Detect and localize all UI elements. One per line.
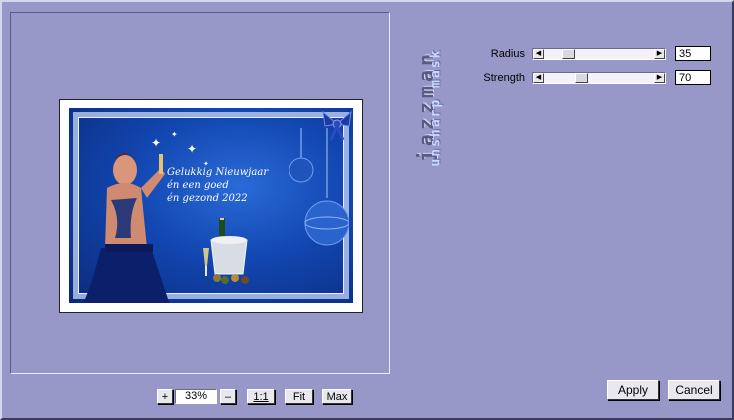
woman-figure <box>83 153 170 303</box>
sparkle-icon: ✦ <box>187 142 198 156</box>
filter-branding: jazzman unsharp mask <box>396 14 456 194</box>
radius-decrease-arrow-icon[interactable]: ◀ <box>533 49 544 59</box>
strength-label: Strength <box>483 72 525 84</box>
radius-label: Radius <box>490 48 525 60</box>
zoom-actual-size-button[interactable]: 1:1 <box>247 389 275 404</box>
ornament-icon <box>289 128 349 246</box>
champagne-bucket-icon <box>203 218 249 284</box>
cancel-button[interactable]: Cancel <box>668 380 720 400</box>
zoom-fit-button[interactable]: Fit <box>285 389 313 404</box>
radius-control: Radius ◀ ▶ 35 <box>470 45 720 63</box>
strength-value-field[interactable]: 70 <box>675 70 711 85</box>
radius-value-field[interactable]: 35 <box>675 46 711 61</box>
sparkle-icon: ✦ <box>171 130 178 139</box>
greeting-line: Gelukkig Nieuwjaar <box>167 167 269 178</box>
radius-slider[interactable]: ◀ ▶ <box>532 48 666 60</box>
strength-slider-thumb[interactable] <box>575 73 588 83</box>
new-year-card: ✦ ✦ ✦ ✦ Gelukkig Nieuwjaar én een goed é… <box>69 108 353 303</box>
greeting-line: én een goed <box>167 180 229 191</box>
radius-slider-thumb[interactable] <box>562 49 575 59</box>
strength-decrease-arrow-icon[interactable]: ◀ <box>533 73 544 83</box>
strength-control: Strength ◀ ▶ 70 <box>470 69 720 87</box>
radius-increase-arrow-icon[interactable]: ▶ <box>654 49 665 59</box>
preview-image: ✦ ✦ ✦ ✦ Gelukkig Nieuwjaar én een goed é… <box>59 99 363 313</box>
strength-increase-arrow-icon[interactable]: ▶ <box>654 73 665 83</box>
greeting-text: Gelukkig Nieuwjaar én een goed én gezond… <box>167 166 277 205</box>
apply-button[interactable]: Apply <box>607 380 659 400</box>
greeting-line: én gezond 2022 <box>167 193 248 204</box>
bow-icon <box>322 110 352 141</box>
zoom-max-button[interactable]: Max <box>322 389 352 404</box>
filter-name-text: unsharp mask <box>428 48 444 167</box>
strength-slider[interactable]: ◀ ▶ <box>532 72 666 84</box>
zoom-level-field[interactable]: 33% <box>175 389 217 404</box>
zoom-in-button[interactable]: + <box>157 389 173 404</box>
preview-pane[interactable]: ✦ ✦ ✦ ✦ Gelukkig Nieuwjaar én een goed é… <box>10 12 390 374</box>
zoom-out-button[interactable]: – <box>220 389 236 404</box>
